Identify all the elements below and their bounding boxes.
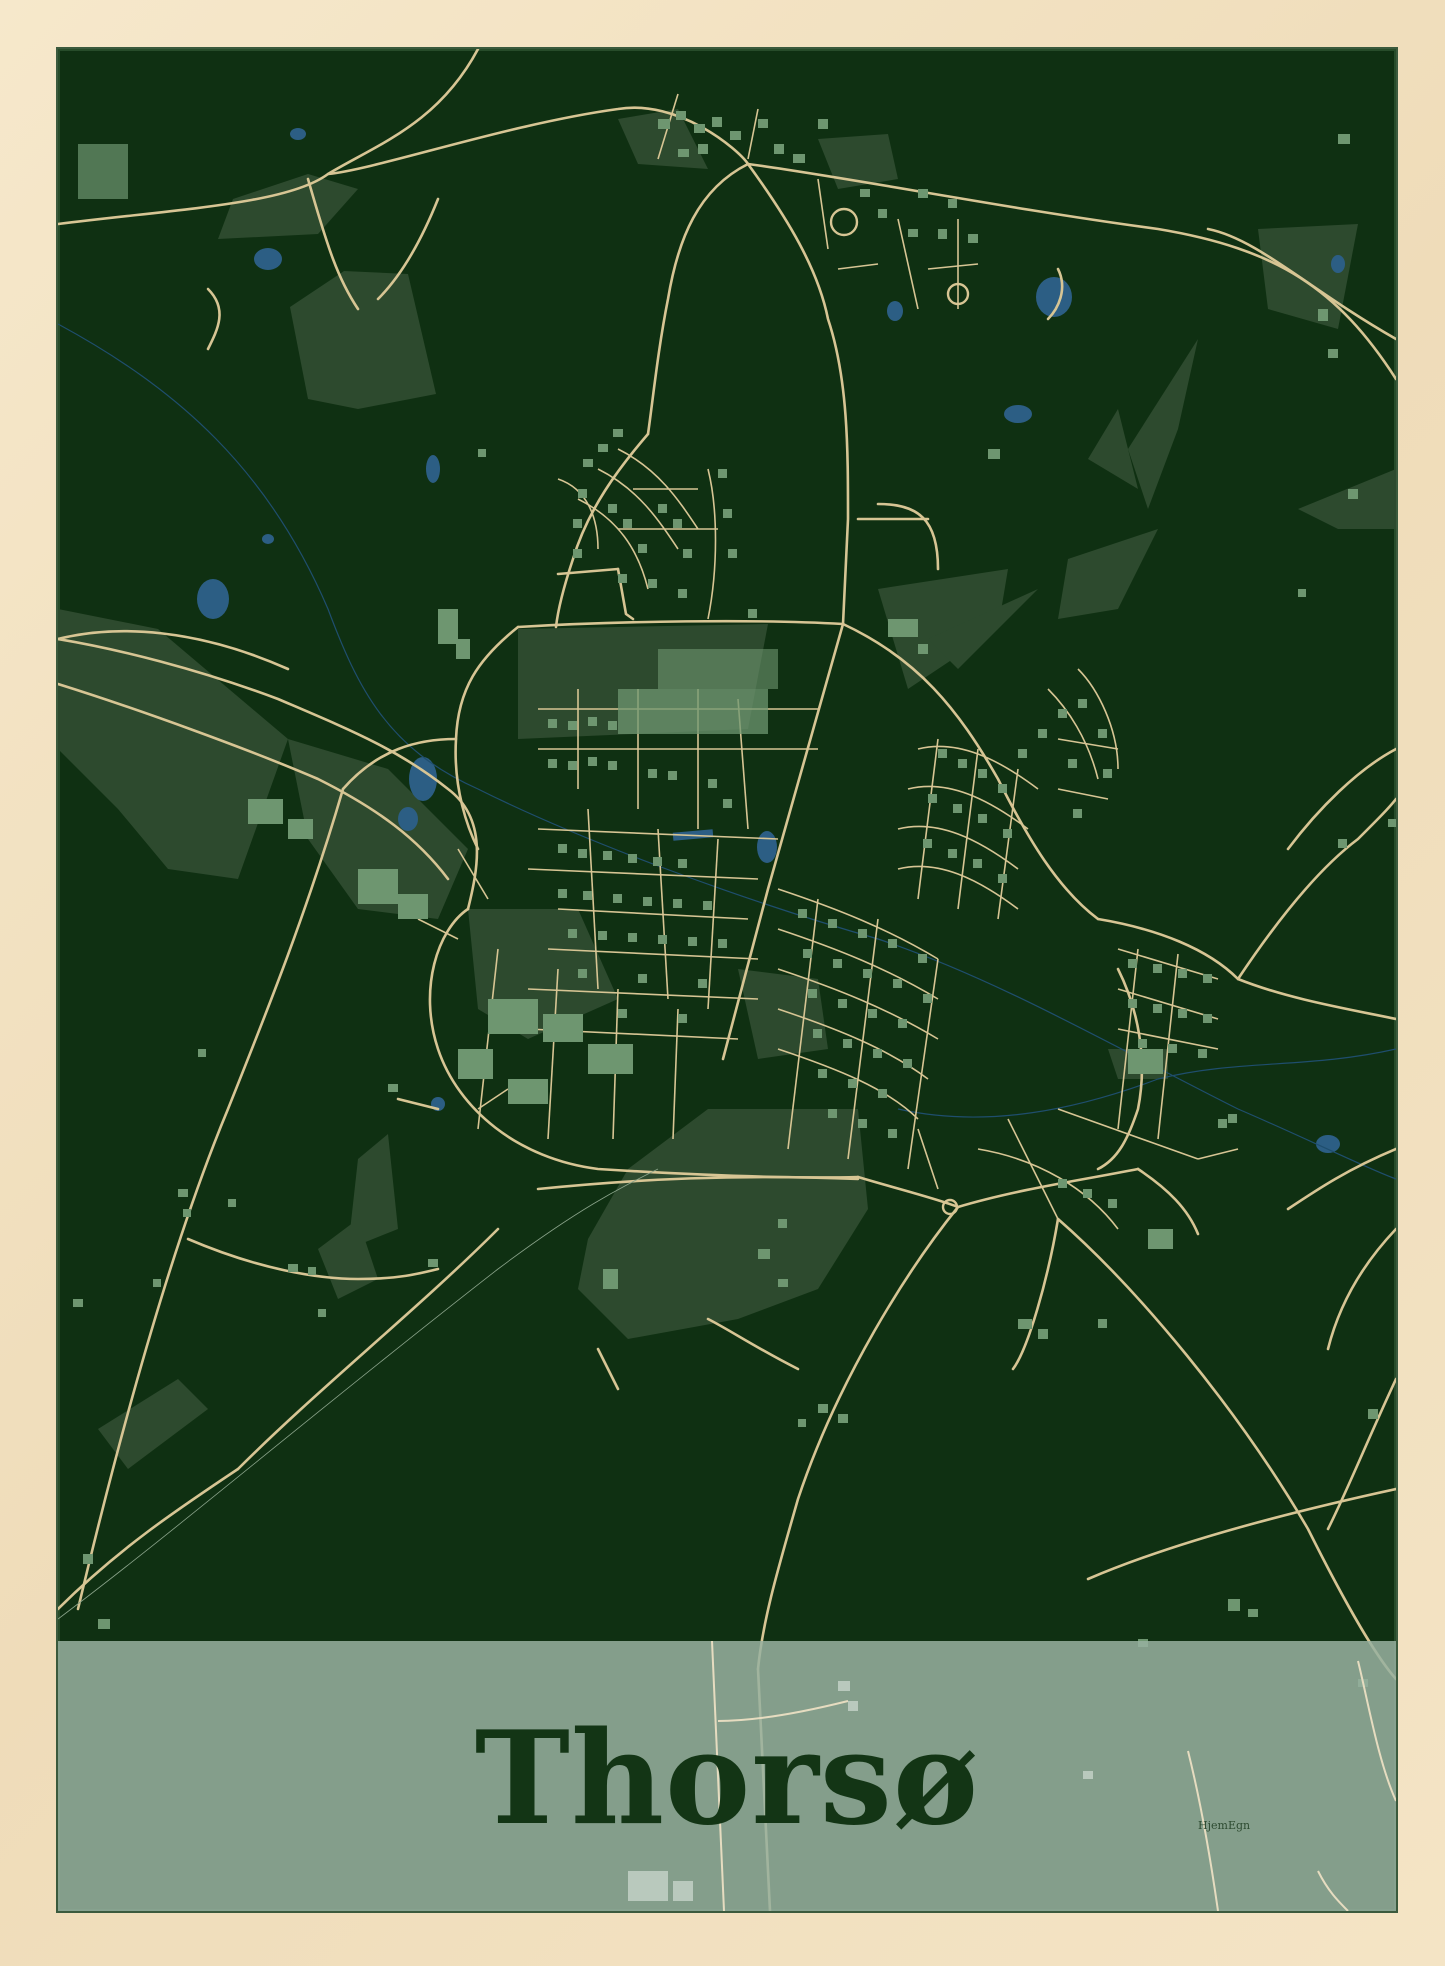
road <box>1096 917 1396 1021</box>
forest-patch <box>58 609 288 879</box>
lake <box>262 534 274 544</box>
forest-patch <box>218 174 358 239</box>
road <box>1011 1217 1060 1371</box>
lake <box>887 301 903 321</box>
forest-patch <box>98 1379 208 1469</box>
road <box>1286 1147 1396 1211</box>
lake <box>398 807 418 831</box>
road <box>454 625 520 851</box>
forest-patch <box>290 271 436 409</box>
forest-patch <box>578 1109 868 1339</box>
road <box>554 432 650 629</box>
forest-patch <box>1298 469 1396 529</box>
map-poster: Thorsø HjemEgn <box>58 49 1396 1911</box>
road <box>746 162 850 626</box>
lake <box>290 128 306 140</box>
brand-mark: HjemEgn <box>1198 1819 1251 1832</box>
road <box>841 622 1100 921</box>
forest-patch <box>1058 529 1158 619</box>
road <box>876 502 940 571</box>
road <box>1086 1487 1396 1581</box>
lake <box>1004 405 1032 423</box>
lake <box>254 248 282 270</box>
road <box>1326 1227 1396 1351</box>
road <box>646 162 750 436</box>
road <box>596 1347 620 1391</box>
roads <box>58 49 1396 1911</box>
road <box>706 1317 800 1371</box>
road <box>1236 797 1396 981</box>
lake <box>757 831 777 863</box>
lake <box>1331 255 1345 273</box>
road <box>1136 1167 1200 1236</box>
forest-patch <box>618 109 708 169</box>
forest-patch <box>1128 339 1198 509</box>
lake <box>426 455 440 483</box>
roundabouts <box>829 207 970 1216</box>
road <box>58 1467 240 1611</box>
road <box>856 1175 960 1209</box>
lake <box>1316 1135 1340 1153</box>
road <box>556 567 620 576</box>
road <box>1326 1377 1396 1531</box>
houses <box>73 111 1396 1687</box>
lake <box>197 579 229 619</box>
roundabout-icon <box>829 207 859 237</box>
city-title: Thorsø <box>474 1704 980 1854</box>
road <box>1286 747 1396 851</box>
road <box>206 287 221 351</box>
road <box>1056 1217 1396 1681</box>
town-map <box>58 49 1396 1911</box>
